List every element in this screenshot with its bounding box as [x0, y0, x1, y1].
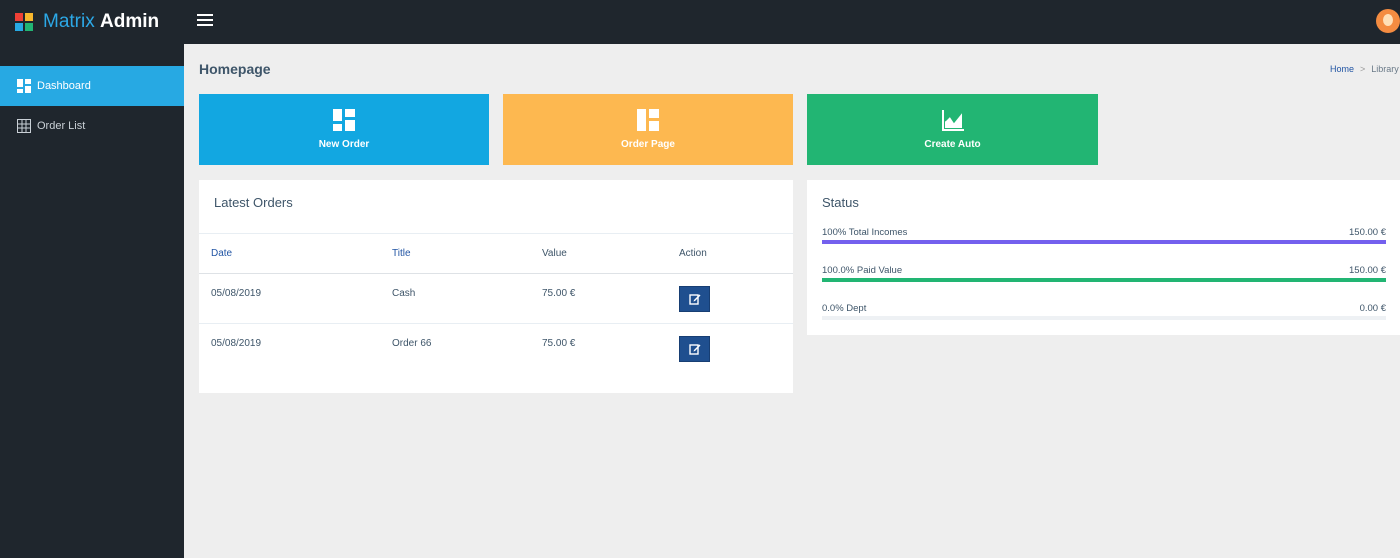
progress-bar — [822, 240, 1386, 244]
latest-orders-card: Latest Orders Date Title Value Action 05… — [199, 180, 793, 393]
card-title: Latest Orders — [214, 195, 293, 210]
table-header-row: Date Title Value Action — [199, 233, 793, 274]
progress-bar — [822, 278, 1386, 282]
menu-toggle-icon[interactable] — [197, 14, 213, 28]
chevron-right-icon: > — [1360, 64, 1366, 74]
orders-table: Date Title Value Action 05/08/2019 Cash … — [199, 233, 793, 374]
status-label: 100% Total Incomes — [822, 227, 908, 238]
status-value: 150.00 € — [1349, 227, 1386, 238]
grid-icon — [17, 119, 31, 133]
cell-action — [667, 273, 793, 324]
column-header-date[interactable]: Date — [199, 233, 380, 274]
tile-label: Create Auto — [924, 139, 981, 150]
status-value: 0.00 € — [1359, 303, 1386, 314]
breadcrumb: Home > Library — [1330, 64, 1399, 74]
column-header-action: Action — [667, 233, 793, 274]
tile-label: Order Page — [621, 139, 675, 150]
logo-text: Matrix Admin — [43, 11, 159, 33]
cell-value: 75.00 € — [530, 273, 667, 324]
sidebar-item-label: Dashboard — [37, 80, 91, 92]
status-card: Status 100% Total Incomes 150.00 € 100.0… — [807, 180, 1400, 335]
sidebar-item-order-list[interactable]: Order List — [0, 106, 184, 146]
breadcrumb-current: Library — [1371, 64, 1399, 74]
cell-date: 05/08/2019 — [211, 338, 262, 349]
logo-text-bold: Admin — [100, 11, 160, 32]
card-title: Status — [822, 195, 859, 210]
user-avatar[interactable] — [1376, 9, 1400, 33]
sidebar-item-label: Order List — [37, 120, 86, 132]
sidebar: Dashboard Order List — [0, 44, 184, 558]
cell-title: Cash — [380, 273, 530, 324]
status-label: 0.0% Dept — [822, 303, 867, 314]
cell-action — [667, 324, 793, 374]
table-row: 05/08/2019 Order 66 75.00 € — [199, 324, 793, 374]
column-header-value: Value — [530, 233, 667, 274]
cell-value: 75.00 € — [542, 338, 576, 349]
status-label: 100.0% Paid Value — [822, 265, 903, 276]
dashboard-icon — [333, 109, 355, 131]
progress-fill — [822, 278, 1386, 282]
dashboard-icon — [17, 79, 31, 93]
create-auto-tile[interactable]: Create Auto — [807, 94, 1098, 165]
new-order-tile[interactable]: New Order — [199, 94, 489, 165]
edit-icon — [688, 294, 700, 305]
sidebar-item-dashboard[interactable]: Dashboard — [0, 66, 184, 106]
edit-button[interactable] — [679, 286, 710, 312]
page-title: Homepage — [199, 61, 271, 77]
edit-button[interactable] — [679, 336, 710, 362]
column-header-title[interactable]: Title — [380, 233, 530, 274]
progress-bar — [822, 316, 1386, 320]
table-row: 05/08/2019 Cash 75.00 € — [199, 273, 793, 324]
tile-label: New Order — [318, 139, 370, 150]
topbar — [184, 0, 1400, 44]
progress-fill — [822, 240, 1386, 244]
layout-icon — [637, 109, 659, 131]
area-chart-icon — [941, 110, 964, 131]
cell-title: Order 66 — [392, 338, 432, 349]
order-page-tile[interactable]: Order Page — [503, 94, 793, 165]
edit-icon — [688, 344, 700, 355]
logo-icon — [15, 13, 33, 31]
cell-date: 05/08/2019 — [199, 273, 380, 324]
status-value: 150.00 € — [1349, 265, 1386, 276]
breadcrumb-home-link[interactable]: Home — [1330, 64, 1354, 74]
logo-text-light: Matrix — [43, 11, 95, 32]
logo[interactable]: Matrix Admin — [0, 0, 184, 44]
